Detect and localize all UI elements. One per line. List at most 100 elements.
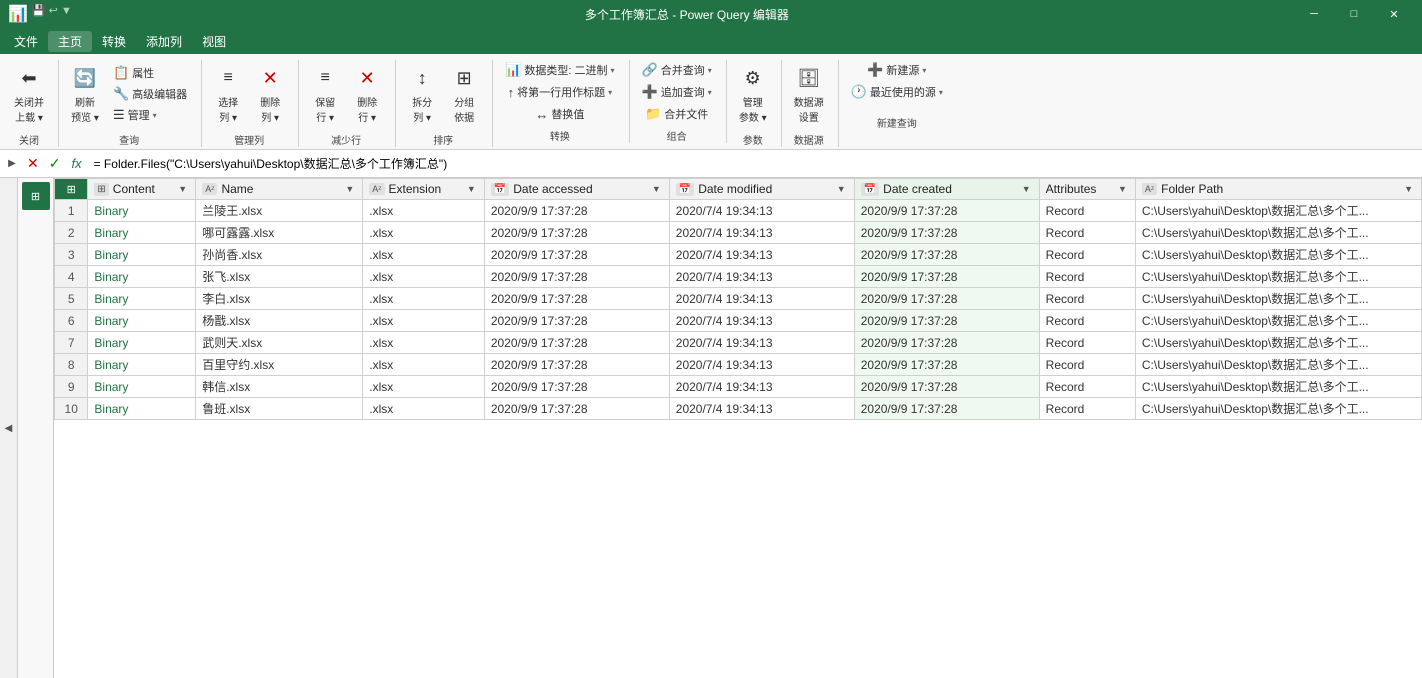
formula-input[interactable] — [90, 157, 1418, 171]
cell-content[interactable]: Binary — [88, 222, 196, 244]
delete-col-icon: ✕ — [256, 64, 284, 92]
merge-file-button[interactable]: 📁 合并文件 — [639, 104, 714, 124]
menu-file[interactable]: 文件 — [4, 31, 48, 52]
refresh-button[interactable]: 🔄 刷新预览 ▾ — [65, 60, 105, 128]
formula-expand-button[interactable]: ▶ — [4, 156, 20, 172]
close-load-button[interactable]: ⬅ 关闭并上载 ▾ — [8, 60, 50, 128]
advanced-editor-button[interactable]: 🔧 高级编辑器 — [107, 84, 193, 104]
col-header-date-accessed[interactable]: 📅 Date accessed ▼ — [484, 179, 669, 200]
first-row-button[interactable]: ↑ 将第一行用作标题 ▾ — [502, 82, 619, 102]
cell-date-modified: 2020/7/4 19:34:13 — [669, 244, 854, 266]
split-col-button[interactable]: ↕ 拆分列 ▾ — [402, 60, 442, 128]
fp-filter-btn[interactable]: ▼ — [1402, 183, 1415, 195]
formula-cancel-button[interactable]: ✕ — [24, 155, 42, 172]
cell-date-created: 2020/9/9 17:37:28 — [854, 310, 1039, 332]
ext-filter-btn[interactable]: ▼ — [465, 183, 478, 195]
menu-addcol[interactable]: 添加列 — [136, 31, 192, 52]
select-col-button[interactable]: ≡ 选择列 ▾ — [208, 60, 248, 128]
cell-content[interactable]: Binary — [88, 244, 196, 266]
attr-filter-btn[interactable]: ▼ — [1116, 183, 1129, 195]
main-area: ◀ ⊞ ⊞ ⊞ Content — [0, 178, 1422, 678]
manage-col-label: 管理列 — [234, 132, 264, 147]
cell-name: 韩信.xlsx — [196, 376, 363, 398]
col-header-content[interactable]: ⊞ Content ▼ — [88, 179, 196, 200]
datasrc-buttons: 🗄 数据源设置 — [788, 60, 830, 128]
append-query-button[interactable]: ➕ 追加查询 ▾ — [636, 82, 718, 102]
cell-date-modified: 2020/7/4 19:34:13 — [669, 200, 854, 222]
sidebar-toggle[interactable]: ◀ — [0, 178, 18, 678]
col-header-attributes[interactable]: Attributes ▼ — [1039, 179, 1135, 200]
menu-view[interactable]: 视图 — [192, 31, 236, 52]
datasrc-settings-button[interactable]: 🗄 数据源设置 — [788, 60, 830, 128]
sort-buttons: ↕ 拆分列 ▾ ⊞ 分组依据 — [402, 60, 484, 128]
ribbon-group-transform: 📊 数据类型: 二进制 ▾ ↑ 将第一行用作标题 ▾ ↔ 替换值 转换 — [495, 60, 629, 143]
date-acc-type-icon: 📅 — [491, 183, 509, 196]
cell-date-created: 2020/9/9 17:37:28 — [854, 222, 1039, 244]
table-row: 2Binary哪可露露.xlsx.xlsx2020/9/9 17:37:2820… — [55, 222, 1422, 244]
sort-label: 排序 — [433, 132, 453, 147]
new-source-label: 新建源 — [886, 62, 919, 78]
col-header-select[interactable]: ⊞ — [55, 179, 88, 200]
select-all-icon: ⊞ — [67, 183, 76, 196]
data-area[interactable]: ⊞ ⊞ Content ▼ — [54, 178, 1422, 678]
new-source-button[interactable]: ➕ 新建源 ▾ — [861, 60, 932, 80]
cell-attributes: Record — [1039, 354, 1135, 376]
manage-button[interactable]: ☰ 管理 ▾ — [107, 105, 193, 125]
cell-content[interactable]: Binary — [88, 288, 196, 310]
properties-icon: 📋 — [113, 65, 129, 81]
content-filter-btn[interactable]: ▼ — [176, 183, 189, 195]
close-button[interactable]: ✕ — [1374, 0, 1414, 28]
col-header-folder-path[interactable]: Aᶻ Folder Path ▼ — [1135, 179, 1421, 200]
param-buttons: ⚙ 管理参数 ▾ — [733, 60, 773, 128]
cell-date-accessed: 2020/9/9 17:37:28 — [484, 354, 669, 376]
maximize-button[interactable]: □ — [1334, 0, 1374, 28]
col-header-date-created[interactable]: 📅 Date created ▼ — [854, 179, 1039, 200]
keep-row-button[interactable]: ≡ 保留行 ▾ — [305, 60, 345, 128]
cell-attributes: Record — [1039, 222, 1135, 244]
merge-query-button[interactable]: 🔗 合并查询 ▾ — [636, 60, 718, 80]
delete-col-button[interactable]: ✕ 删除列 ▾ — [250, 60, 290, 128]
cell-content[interactable]: Binary — [88, 200, 196, 222]
replace-val-button[interactable]: ↔ 替换值 — [529, 104, 590, 124]
cell-extension: .xlsx — [363, 200, 485, 222]
close-load-icon: ⬅ — [15, 64, 43, 92]
date-cre-filter-btn[interactable]: ▼ — [1020, 183, 1033, 195]
query-group-label: 查询 — [119, 132, 139, 147]
name-filter-btn[interactable]: ▼ — [343, 183, 356, 195]
ribbon-group-sort: ↕ 拆分列 ▾ ⊞ 分组依据 排序 — [398, 60, 493, 147]
menu-transform[interactable]: 转换 — [92, 31, 136, 52]
cell-extension: .xlsx — [363, 288, 485, 310]
cell-content[interactable]: Binary — [88, 354, 196, 376]
query-icon[interactable]: ⊞ — [22, 182, 50, 210]
recent-source-button[interactable]: 🕐 最近使用的源 ▾ — [845, 82, 949, 102]
minimize-button[interactable]: ─ — [1294, 0, 1334, 28]
date-acc-filter-btn[interactable]: ▼ — [650, 183, 663, 195]
cell-content[interactable]: Binary — [88, 398, 196, 420]
data-type-button[interactable]: 📊 数据类型: 二进制 ▾ — [499, 60, 620, 80]
group-by-button[interactable]: ⊞ 分组依据 — [444, 60, 484, 128]
cell-content[interactable]: Binary — [88, 376, 196, 398]
date-mod-filter-btn[interactable]: ▼ — [835, 183, 848, 195]
window-controls[interactable]: ─ □ ✕ — [1294, 0, 1414, 28]
cell-extension: .xlsx — [363, 244, 485, 266]
manage-param-button[interactable]: ⚙ 管理参数 ▾ — [733, 60, 773, 128]
col-header-name[interactable]: Aᶻ Name ▼ — [196, 179, 363, 200]
table-row: 9Binary韩信.xlsx.xlsx2020/9/9 17:37:282020… — [55, 376, 1422, 398]
cell-content[interactable]: Binary — [88, 266, 196, 288]
formula-confirm-button[interactable]: ✓ — [46, 155, 64, 172]
cell-content[interactable]: Binary — [88, 332, 196, 354]
advanced-editor-icon: 🔧 — [113, 86, 129, 102]
cell-folder-path: C:\Users\yahui\Desktop\数据汇总\多个工... — [1135, 332, 1421, 354]
cell-date-created: 2020/9/9 17:37:28 — [854, 354, 1039, 376]
properties-button[interactable]: 📋 属性 — [107, 63, 193, 83]
cell-content[interactable]: Binary — [88, 310, 196, 332]
col-header-date-modified[interactable]: 📅 Date modified ▼ — [669, 179, 854, 200]
menu-home[interactable]: 主页 — [48, 31, 92, 52]
fp-type-icon: Aᶻ — [1142, 183, 1157, 195]
merge-query-icon: 🔗 — [642, 62, 658, 78]
cell-extension: .xlsx — [363, 266, 485, 288]
col-header-extension[interactable]: Aᶻ Extension ▼ — [363, 179, 485, 200]
formula-bar: ▶ ✕ ✓ fx — [0, 150, 1422, 178]
delete-row-button[interactable]: ✕ 删除行 ▾ — [347, 60, 387, 128]
name-type-icon: Aᶻ — [202, 183, 217, 195]
